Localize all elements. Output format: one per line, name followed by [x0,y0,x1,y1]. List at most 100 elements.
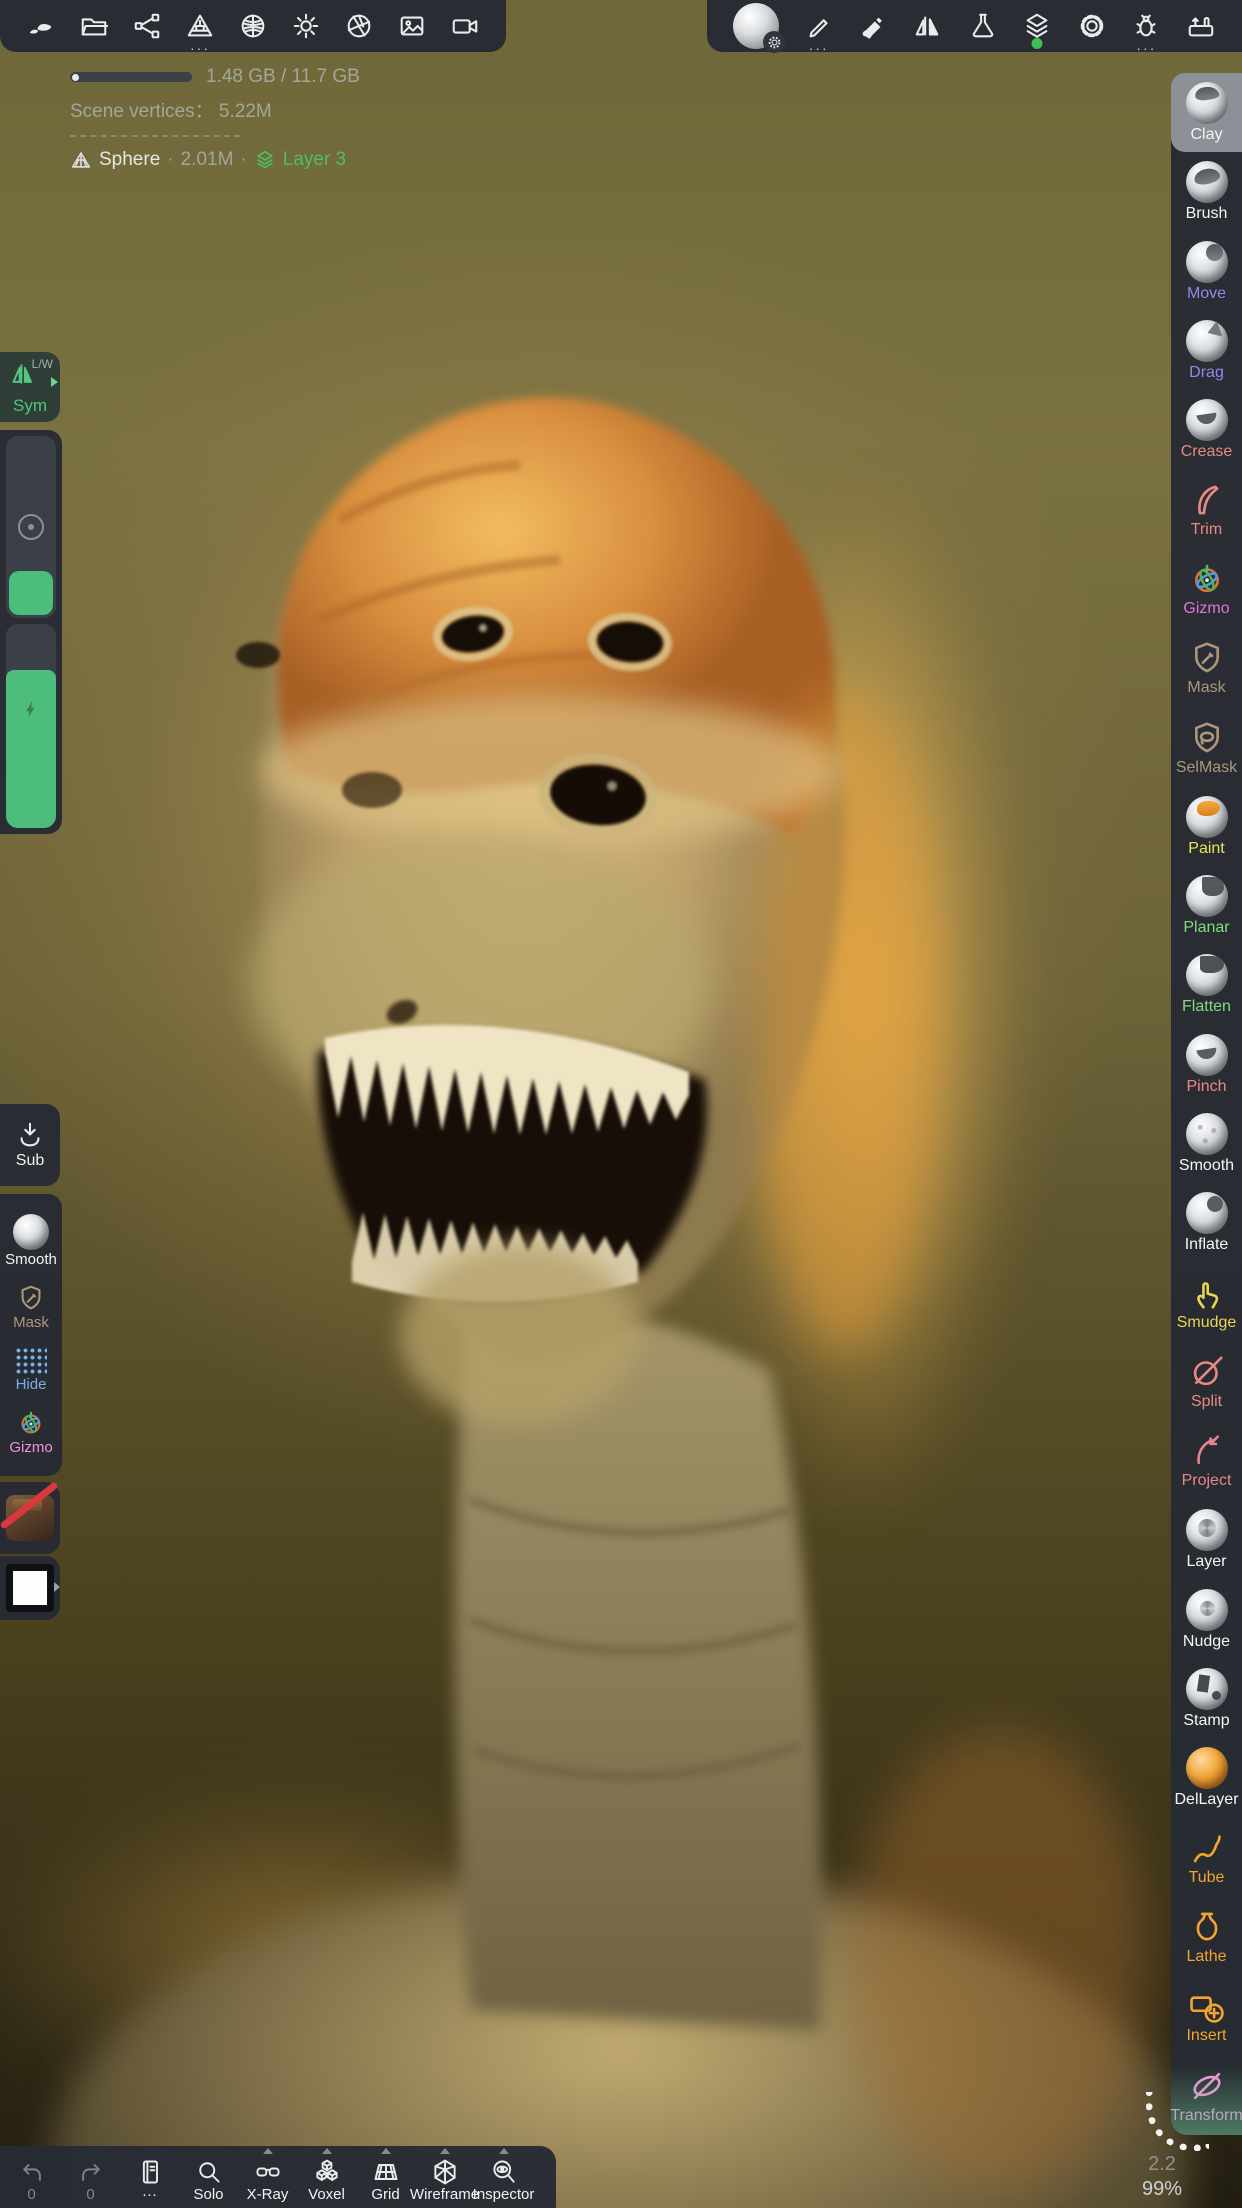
tool-trim[interactable]: Trim [1171,469,1242,548]
strength-slider-fill[interactable] [6,670,56,828]
tool-stamp[interactable]: Stamp [1171,1659,1242,1738]
pencil-button[interactable]: ··· [804,0,834,52]
tool-brush[interactable]: Brush [1171,152,1242,231]
postprocess-button[interactable] [344,0,374,52]
postprocess-icon [344,11,374,41]
lighting-button[interactable] [291,0,321,52]
tool-planar[interactable]: Planar [1171,866,1242,945]
paint-color-swatch[interactable] [0,1556,60,1620]
tool-flatten-label: Flatten [1182,998,1231,1015]
strength-slider[interactable] [6,624,56,828]
tool-mask[interactable]: Mask [1171,628,1242,707]
journal-icon [136,2158,164,2186]
tool-trim-icon [1188,481,1226,519]
tool-flatten[interactable]: Flatten [1171,945,1242,1024]
radius-slider-handle[interactable] [9,571,53,615]
tool-paint-label: Paint [1188,840,1224,857]
tool-gizmo[interactable]: Gizmo [1171,549,1242,628]
tool-dellayer-label: DelLayer [1174,1791,1238,1808]
folder-button[interactable] [79,0,109,52]
symmetry-button[interactable] [913,0,943,52]
subdivision-button[interactable]: Sub [0,1104,60,1186]
tool-move-icon [1186,241,1228,283]
tool-inflate[interactable]: Inflate [1171,1183,1242,1262]
tool-drag[interactable]: Drag [1171,311,1242,390]
tool-dellayer[interactable]: DelLayer [1171,1738,1242,1817]
tool-insert[interactable]: Insert [1171,1976,1242,2055]
tool-smudge[interactable]: Smudge [1171,1262,1242,1341]
quick-tool-smooth[interactable]: Smooth [5,1214,57,1268]
topology-button[interactable]: ··· [185,0,215,52]
sym-label: Sym [0,396,60,416]
quick-tool-gizmo[interactable]: Gizmo [9,1408,52,1456]
battery-value: 99% [1108,2177,1216,2202]
layer-name[interactable]: Layer 3 [283,149,346,171]
toolbox-icon [1186,11,1216,41]
toggle-voxel[interactable]: Voxel [297,2146,356,2208]
tool-clay[interactable]: Clay [1171,73,1242,152]
node-graph-button[interactable] [132,0,162,52]
toggle-grid[interactable]: Grid [356,2146,415,2208]
symmetry-toggle-button[interactable]: L/W Sym [0,352,60,422]
tool-pinch-icon [1186,1034,1228,1076]
tool-project[interactable]: Project [1171,1421,1242,1500]
paintbrush-button[interactable] [858,0,888,52]
object-name[interactable]: Sphere [99,149,160,171]
nomad-logo-button[interactable] [26,0,56,52]
radius-slider[interactable] [6,436,56,618]
tool-crease[interactable]: Crease [1171,390,1242,469]
smooth-label: Smooth [5,1251,57,1268]
tool-split-label: Split [1191,1393,1222,1410]
tool-paint[interactable]: Paint [1171,787,1242,866]
swatch-expand-arrow[interactable] [54,1582,60,1592]
background-image-button[interactable] [397,0,427,52]
flask-button[interactable] [968,0,998,52]
tool-lathe[interactable]: Lathe [1171,1897,1242,1976]
tool-brush-icon [1186,161,1228,203]
node-graph-icon [132,11,162,41]
toolbox-button[interactable] [1186,0,1216,52]
tool-stamp-icon [1186,1668,1228,1710]
tool-pinch-label: Pinch [1186,1078,1226,1095]
tool-inflate-label: Inflate [1185,1236,1229,1253]
toggle-x-ray[interactable]: X-Ray [238,2146,297,2208]
tool-split[interactable]: Split [1171,1342,1242,1421]
settings-gear-button[interactable] [1077,0,1107,52]
redo-button[interactable]: 0 [61,2146,120,2208]
debug-bug-button[interactable]: ··· [1131,0,1161,52]
tool-pinch[interactable]: Pinch [1171,1025,1242,1104]
tool-move[interactable]: Move [1171,232,1242,311]
radius-icon [18,514,44,540]
tool-smooth[interactable]: Smooth [1171,1104,1242,1183]
tool-list: ClayBrushMoveDragCrease Trim GizmoMaskSelM… [1171,73,1242,2135]
tool-tube[interactable]: Tube [1171,1818,1242,1897]
undo-button[interactable]: 0 [2,2146,61,2208]
viewport-3d[interactable] [0,0,1242,2208]
redo-count: 0 [86,2187,94,2203]
quick-tool-hide[interactable]: Hide [15,1347,47,1393]
tool-nudge[interactable]: Nudge [1171,1580,1242,1659]
redo-icon [77,2158,105,2186]
undo-icon [18,2158,46,2186]
material-ball-button[interactable] [733,0,779,52]
tool-clay-icon [1186,82,1228,124]
wireframe-caret-icon [440,2148,450,2154]
tool-project-label: Project [1182,1472,1232,1489]
tool-flatten-icon [1186,954,1228,996]
toggle-solo[interactable]: Solo [179,2146,238,2208]
stamp-alpha-thumbnail[interactable] [0,1482,60,1554]
tool-selmask[interactable]: SelMask [1171,707,1242,786]
tool-layer[interactable]: Layer [1171,1500,1242,1579]
quick-tool-mask[interactable]: Mask [13,1283,49,1331]
toggle-wireframe[interactable]: Wireframe [415,2146,474,2208]
x-ray-caret-icon [263,2148,273,2154]
hide-label: Hide [16,1376,47,1393]
toggle-notes[interactable]: ··· [120,2146,179,2208]
layers-button[interactable] [1022,0,1052,52]
material-sphere-grid-button[interactable] [238,0,268,52]
quick-tools-panel: Smooth Mask Hide Gizmo [0,1194,62,1476]
toggle-inspector[interactable]: Inspector [474,2146,533,2208]
sym-expand-arrow[interactable] [51,377,58,387]
camera-button[interactable] [450,0,480,52]
tool-trim-label: Trim [1191,521,1222,538]
